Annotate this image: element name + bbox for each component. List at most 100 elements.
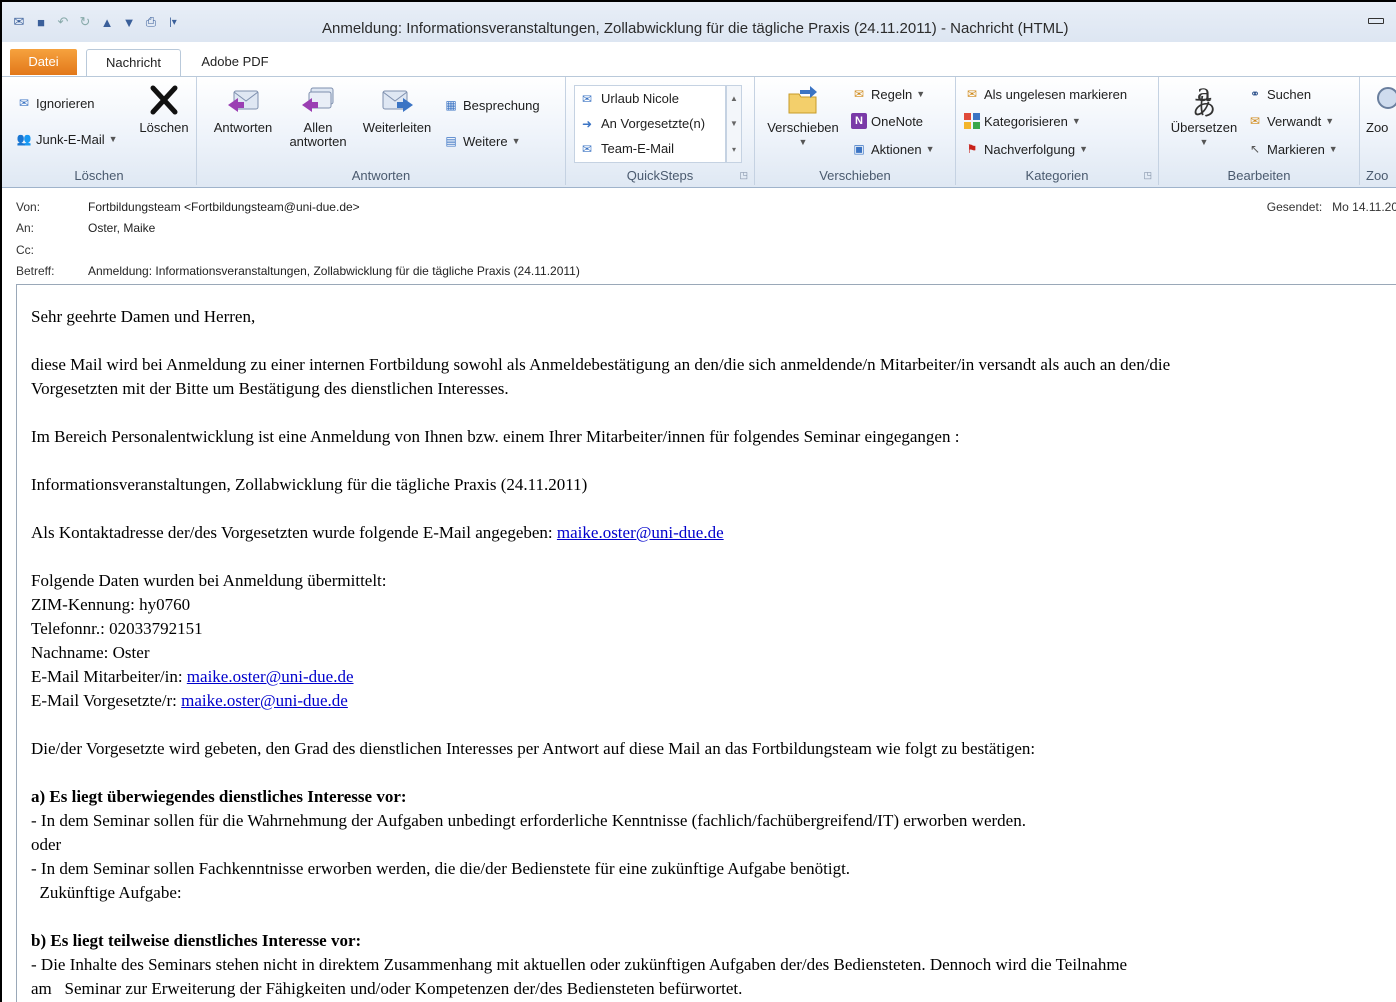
scroll-up-icon[interactable]: ▲	[730, 94, 738, 103]
reply-all-button[interactable]: Allen antworten	[287, 83, 349, 149]
paragraph-line: Vorgesetzten mit der Bitte um Bestätigun…	[31, 379, 509, 398]
dialog-launcher-icon[interactable]: ◳	[1143, 170, 1152, 181]
phone-number: Telefonnr.: 02033792151	[31, 619, 203, 638]
move-button[interactable]: Verschieben ▼	[761, 83, 845, 149]
onenote-button[interactable]: N OneNote	[851, 113, 923, 129]
seminar-title: Informationsveranstaltungen, Zollabwickl…	[31, 475, 588, 494]
dropdown-arrow-icon: ▼	[798, 137, 808, 147]
rules-button[interactable]: ✉ Regeln ▼	[851, 86, 925, 102]
forward-button[interactable]: Weiterleiten	[355, 83, 439, 135]
quickstep-item[interactable]: ✉ Team-E-Mail	[575, 136, 725, 161]
categories-icon	[964, 113, 980, 129]
actions-button[interactable]: ▣ Aktionen ▼	[851, 141, 935, 157]
ignore-button[interactable]: ✉ Ignorieren	[16, 95, 95, 111]
section-b-title: b) Es liegt teilweise dienstliches Inter…	[31, 931, 362, 950]
to-value[interactable]: Oster, Maike	[88, 221, 155, 235]
from-value[interactable]: Fortbildungsteam <Fortbildungsteam@uni-d…	[88, 200, 360, 214]
forward-to-manager-icon: ➜	[581, 116, 593, 131]
next-item-icon[interactable]: ▼	[120, 13, 138, 31]
supervisor-email-link[interactable]: maike.oster@uni-due.de	[181, 691, 348, 710]
more-respond-button[interactable]: ▤ Weitere ▼	[443, 133, 520, 149]
customize-toolbar-icon[interactable]: |▾	[164, 13, 182, 31]
section-b-item: - Die Inhalte des Seminars stehen nicht …	[31, 955, 1128, 974]
zoom-button[interactable]: Zoo	[1366, 83, 1396, 135]
tab-file[interactable]: Datei	[10, 49, 77, 75]
minimize-button[interactable]	[1368, 18, 1384, 24]
related-button[interactable]: ✉ Verwandt ▼	[1247, 113, 1334, 129]
delete-x-icon	[147, 83, 181, 117]
sent-value: Mo 14.11.20	[1332, 200, 1396, 214]
to-label: An:	[16, 221, 35, 235]
last-name: Nachname: Oster	[31, 643, 150, 662]
folder-move-icon	[786, 83, 820, 117]
calendar-icon: ▦	[445, 98, 457, 112]
delete-button[interactable]: Löschen	[136, 83, 192, 135]
dialog-launcher-icon[interactable]: ◳	[739, 170, 748, 181]
translate-button[interactable]: aあ Übersetzen ▼	[1163, 79, 1245, 149]
group-move: Verschieben ▼ ✉ Regeln ▼ N OneNote ▣ Akti…	[755, 77, 956, 185]
tab-message[interactable]: Nachricht	[86, 49, 181, 77]
dropdown-arrow-icon: ▼	[1071, 116, 1081, 126]
print-icon[interactable]: ⎙	[142, 13, 160, 31]
redo-icon[interactable]: ↻	[76, 13, 94, 31]
reply-button[interactable]: Antworten	[205, 83, 281, 135]
ribbon: ✉ Ignorieren 👥 Junk-E-Mail ▼ Löschen Lösc…	[2, 76, 1396, 188]
previous-item-icon[interactable]: ▲	[98, 13, 116, 31]
paragraph-line: Als Kontaktadresse der/des Vorgesetzten …	[31, 521, 724, 545]
dropdown-arrow-icon: ▼	[1199, 137, 1209, 147]
undo-icon[interactable]: ↶	[54, 13, 72, 31]
contact-text: Als Kontaktadresse der/des Vorgesetzten …	[31, 523, 557, 542]
dropdown-arrow-icon: ▼	[916, 89, 926, 99]
section-a-title: a) Es liegt überwiegendes dienstliches I…	[31, 787, 407, 806]
group-delete: ✉ Ignorieren 👥 Junk-E-Mail ▼ Löschen Lösc…	[2, 77, 197, 185]
meeting-button[interactable]: ▦ Besprechung	[443, 97, 539, 113]
related-icon: ✉	[1249, 114, 1261, 128]
tab-adobe-pdf[interactable]: Adobe PDF	[190, 49, 280, 76]
from-label: Von:	[16, 200, 41, 214]
sent-date: Gesendet: Mo 14.11.20	[1267, 200, 1396, 214]
reply-all-icon	[301, 83, 335, 117]
group-tags: ✉ Als ungelesen markieren Kategorisieren…	[956, 77, 1159, 185]
magnifier-icon	[1366, 83, 1396, 117]
quickstep-item[interactable]: ➜ An Vorgesetzte(n)	[575, 111, 725, 136]
dropdown-arrow-icon: ▼	[925, 144, 935, 154]
zim-id: ZIM-Kennung: hy0760	[31, 595, 191, 614]
scroll-down-icon[interactable]: ▼	[730, 119, 738, 128]
junk-icon: 👥	[16, 132, 32, 146]
forward-icon	[380, 83, 414, 117]
onenote-icon: N	[851, 113, 867, 129]
group-label-editing: Bearbeiten	[1227, 168, 1291, 183]
supervisor-email-line: E-Mail Vorgesetzte/r: maike.oster@uni-du…	[31, 691, 348, 710]
dropdown-arrow-icon: ▼	[511, 136, 521, 146]
quicksteps-gallery: ✉ Urlaub Nicole ➜ An Vorgesetzte(n) ✉ Team-…	[574, 85, 726, 163]
select-button[interactable]: ↖ Markieren ▼	[1247, 141, 1338, 157]
translate-icon: aあ	[1192, 79, 1216, 121]
message-header: Von: Fortbildungsteam <Fortbildungsteam@…	[2, 188, 1396, 280]
dropdown-arrow-icon: ▼	[1328, 144, 1338, 154]
quicksteps-scrollbar[interactable]: ▲ ▼ ▾	[726, 85, 742, 163]
rules-icon: ✉	[853, 87, 865, 101]
contact-email-link[interactable]: maike.oster@uni-due.de	[557, 523, 724, 542]
mark-unread-button[interactable]: ✉ Als ungelesen markieren	[964, 86, 1127, 102]
follow-up-button[interactable]: ⚑ Nachverfolgung ▼	[964, 141, 1088, 157]
save-icon[interactable]: ■	[32, 13, 50, 31]
employee-email-link[interactable]: maike.oster@uni-due.de	[187, 667, 354, 686]
envelope-unread-icon: ✉	[966, 87, 978, 101]
section-a-or: oder	[31, 835, 62, 854]
expand-gallery-icon[interactable]: ▾	[732, 145, 736, 154]
actions-icon: ▣	[853, 142, 865, 156]
quickstep-item[interactable]: ✉ Urlaub Nicole	[575, 86, 725, 111]
quick-access-toolbar: ✉ ■ ↶ ↻ ▲ ▼ ⎙ |▾	[10, 12, 182, 32]
cursor-icon: ↖	[1249, 142, 1261, 156]
future-task-line: Zukünftige Aufgabe:	[31, 883, 182, 902]
dropdown-arrow-icon: ▼	[1079, 144, 1088, 154]
group-label-quicksteps: QuickSteps	[626, 168, 694, 183]
group-label-delete: Löschen	[74, 168, 124, 183]
employee-email-line: E-Mail Mitarbeiter/in: maike.oster@uni-d…	[31, 667, 354, 686]
categorize-button[interactable]: Kategorisieren ▼	[964, 113, 1081, 129]
junk-mail-button[interactable]: 👥 Junk-E-Mail ▼	[16, 131, 118, 147]
title-bar: ✉ ■ ↶ ↻ ▲ ▼ ⎙ |▾ Anmeldung: Informations…	[2, 2, 1396, 42]
find-button[interactable]: ⚭ Suchen	[1247, 86, 1311, 102]
reply-icon	[226, 83, 260, 117]
sent-label: Gesendet:	[1266, 200, 1323, 214]
